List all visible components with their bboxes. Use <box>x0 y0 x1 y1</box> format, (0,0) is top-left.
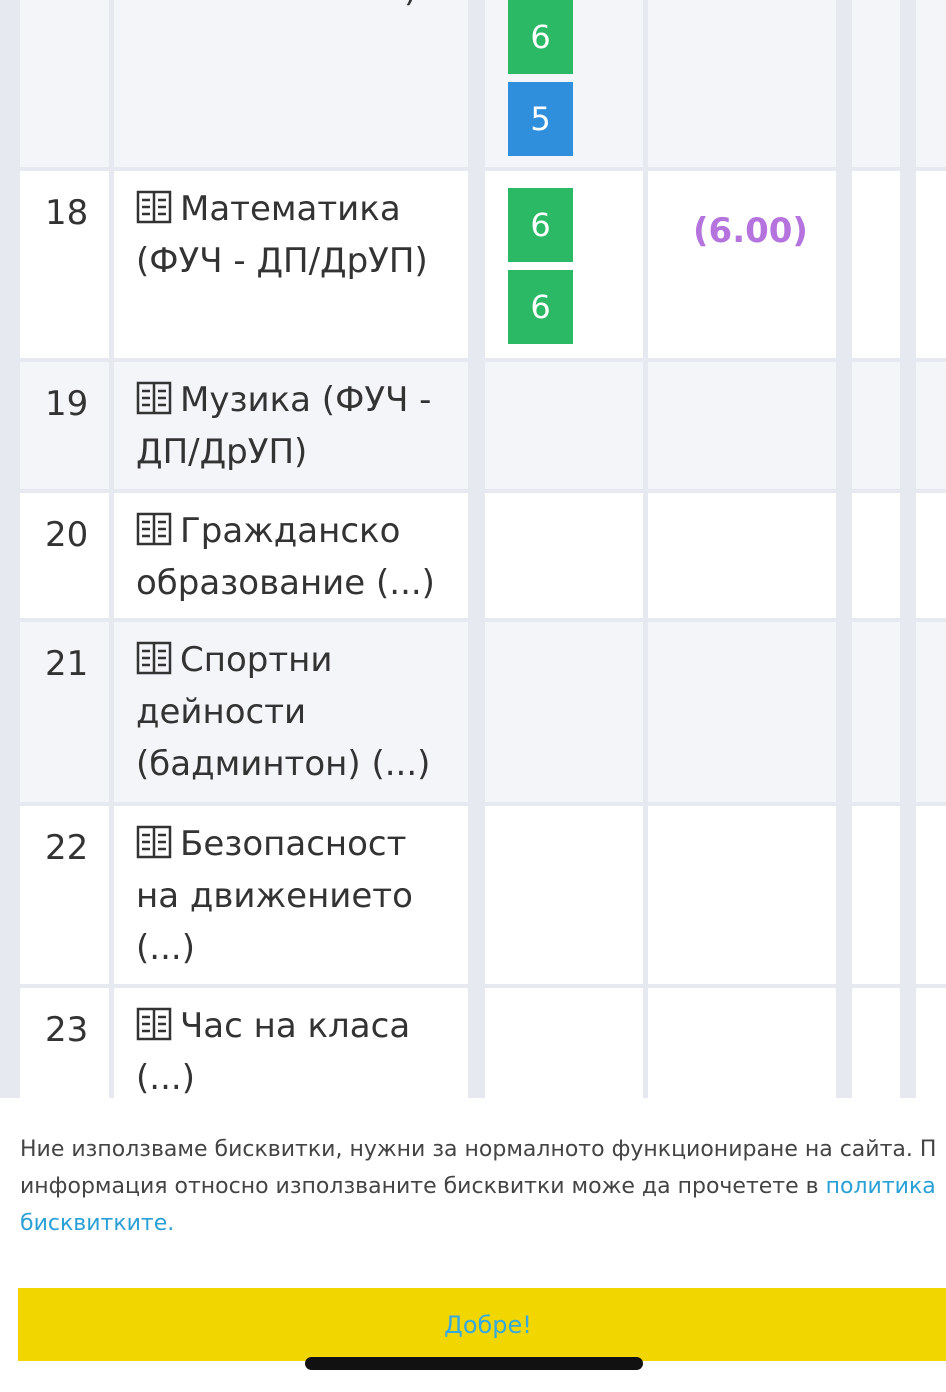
empty-cell <box>916 0 946 167</box>
empty-cell <box>852 362 900 489</box>
cookie-text-line: бисквитките. <box>20 1205 946 1242</box>
empty-cell <box>852 171 900 358</box>
average-cell: (6.00) <box>648 171 836 358</box>
subject-cell[interactable]: Математика (ФУЧ - ДП/ДрУП) <box>114 171 468 358</box>
row-number-cell: 20 <box>20 493 109 618</box>
row-number: 21 <box>45 644 89 684</box>
average-cell <box>648 493 836 618</box>
cookie-message: Ние използваме бисквитки, нужни за норма… <box>20 1131 946 1242</box>
table-row: 20 Гражданско образование (...) <box>0 493 946 622</box>
book-icon <box>136 641 172 675</box>
row-number-cell <box>20 0 109 167</box>
average-cell <box>648 362 836 489</box>
row-number-cell: 23 <box>20 988 109 1098</box>
subject-name: Математика (ФУЧ - ДП/ДрУП) <box>136 189 428 281</box>
subject-name: Музика (ФУЧ - ДП/ДрУП) <box>136 380 432 472</box>
grade-badge[interactable]: 6 <box>508 188 573 262</box>
book-icon <box>136 825 172 859</box>
empty-cell <box>916 988 946 1098</box>
row-number-cell: 18 <box>20 171 109 358</box>
subject-cell[interactable]: Спортни дейности (бадминтон) (...) <box>114 622 468 802</box>
cookie-text: информация относно използваните бисквитк… <box>20 1174 826 1199</box>
table-row: 21 Спортни дейности (бадминтон) (...) <box>0 622 946 806</box>
grades-table: ) 6 5 18 Математика (ФУЧ - ДП/ДрУП) 6 6 … <box>0 0 946 1098</box>
row-number: 18 <box>45 193 89 233</box>
empty-cell <box>916 806 946 984</box>
table-row: 22 Безопасност на движението (...) <box>0 806 946 988</box>
empty-cell <box>852 988 900 1098</box>
grades-cell <box>485 622 643 802</box>
subject-cell[interactable]: Безопасност на движението (...) <box>114 806 468 984</box>
average-cell <box>648 0 836 167</box>
subject-cell: ) <box>114 0 468 167</box>
subject-name: ) <box>404 0 417 10</box>
book-icon <box>136 512 172 546</box>
grade-badge[interactable]: 5 <box>508 82 573 156</box>
table-row: ) 6 5 <box>0 0 946 171</box>
subject-cell[interactable]: Час на класа (...) <box>114 988 468 1098</box>
home-indicator <box>305 1357 643 1370</box>
row-number: 20 <box>45 515 89 555</box>
row-number: 22 <box>45 828 89 868</box>
cookie-policy-link[interactable]: бисквитките. <box>20 1211 174 1236</box>
subject-cell[interactable]: Гражданско образование (...) <box>114 493 468 618</box>
table-row: 23 Час на класа (...) <box>0 988 946 1098</box>
grades-cell <box>485 988 643 1098</box>
average-cell <box>648 622 836 802</box>
row-number-cell: 19 <box>20 362 109 489</box>
average-cell <box>648 988 836 1098</box>
grades-cell: 6 6 <box>485 171 643 358</box>
cookie-text-line: Ние използваме бисквитки, нужни за норма… <box>20 1137 937 1162</box>
row-number-cell: 22 <box>20 806 109 984</box>
grades-cell <box>485 493 643 618</box>
book-icon <box>136 1007 172 1041</box>
row-number: 19 <box>45 384 89 424</box>
cookie-text-line: информация относно използваните бисквитк… <box>20 1168 946 1205</box>
empty-cell <box>852 622 900 802</box>
empty-cell <box>916 362 946 489</box>
book-icon <box>136 381 172 415</box>
accept-cookies-button[interactable]: Добре! <box>18 1288 946 1361</box>
average-value: (6.00) <box>693 211 808 251</box>
empty-cell <box>916 622 946 802</box>
subject-name: Безопасност на движението (...) <box>136 824 413 968</box>
row-number-cell: 21 <box>20 622 109 802</box>
row-number: 23 <box>45 1010 89 1050</box>
empty-cell <box>852 0 900 167</box>
table-row: 19 Музика (ФУЧ - ДП/ДрУП) <box>0 362 946 493</box>
subject-cell[interactable]: Музика (ФУЧ - ДП/ДрУП) <box>114 362 468 489</box>
table-row: 18 Математика (ФУЧ - ДП/ДрУП) 6 6 (6.00) <box>0 171 946 362</box>
grade-badge[interactable]: 6 <box>508 270 573 344</box>
grades-cell <box>485 806 643 984</box>
empty-cell <box>916 171 946 358</box>
empty-cell <box>916 493 946 618</box>
average-cell <box>648 806 836 984</box>
cookie-banner: Ние използваме бисквитки, нужни за норма… <box>0 1098 946 1392</box>
subject-name: Гражданско образование (...) <box>136 511 435 603</box>
empty-cell <box>852 493 900 618</box>
grades-cell <box>485 362 643 489</box>
subject-name: Час на класа (...) <box>136 1006 411 1098</box>
cookie-policy-link[interactable]: политика <box>826 1174 936 1199</box>
book-icon <box>136 190 172 224</box>
grades-cell: 6 5 <box>485 0 643 167</box>
grade-badge[interactable]: 6 <box>508 0 573 74</box>
subject-name: Спортни дейности (бадминтон) (...) <box>136 640 431 784</box>
empty-cell <box>852 806 900 984</box>
